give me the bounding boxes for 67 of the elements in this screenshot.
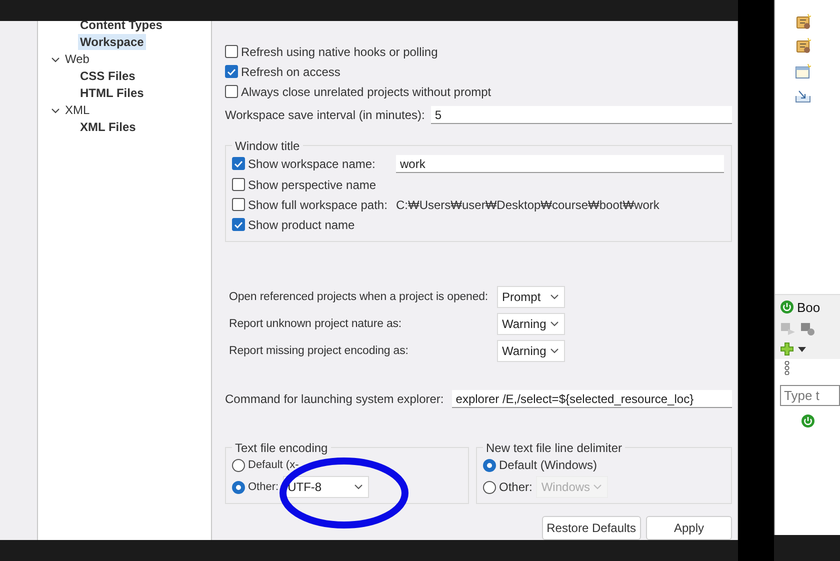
checkbox-label: Refresh on access [241, 64, 340, 79]
input-field[interactable]: explorer /E,/select=${selected_resource_loc} [452, 390, 732, 408]
checkbox-label: Show product name [248, 218, 355, 232]
power-icon [801, 414, 815, 428]
chevron-down-icon [354, 484, 363, 490]
tree-item[interactable]: XML [65, 103, 90, 118]
tree-item[interactable]: HTML Files [78, 85, 146, 102]
radio-label: Default (x- [248, 459, 299, 472]
checkbox-label: Always close unrelated projects without prompt [241, 84, 492, 99]
dropdown[interactable]: Prompt [497, 286, 565, 308]
apply-button[interactable]: Apply [646, 516, 732, 540]
window-icon [795, 64, 811, 80]
group-title: Window title [234, 138, 301, 153]
radio-label: Other: [248, 481, 279, 494]
checkbox[interactable] [232, 218, 245, 232]
radio-button[interactable] [232, 458, 245, 472]
checkbox[interactable] [225, 65, 238, 78]
restore-button[interactable]: Restore Defaults [542, 516, 641, 540]
dropdown[interactable]: UTF-8 [282, 476, 369, 498]
checkbox[interactable] [232, 157, 245, 170]
field-label: Command for launching system explorer: [225, 392, 444, 406]
debug-icon [800, 322, 816, 336]
checkbox-label: Show workspace name: [248, 156, 376, 171]
chevron-down-icon [593, 484, 602, 490]
tree-item[interactable]: Workspace [78, 34, 146, 50]
radio-label: Other: [499, 480, 532, 494]
checkbox[interactable] [232, 198, 245, 212]
view-title: Boo [797, 300, 820, 314]
dropdown[interactable]: Warning [497, 313, 565, 336]
tree-item[interactable]: Content Types [78, 17, 164, 34]
field-label: Report missing project encoding as: [229, 345, 410, 358]
tree-item[interactable]: Web [65, 52, 90, 66]
checkbox[interactable] [225, 45, 238, 58]
checkbox[interactable] [225, 85, 238, 98]
taskbar [774, 535, 840, 561]
field-label: Report unknown project nature as: [229, 318, 402, 330]
document-icon [795, 38, 811, 54]
tree-item[interactable]: CSS Files [78, 68, 138, 84]
field-label: Workspace save interval (in minutes): [225, 108, 425, 122]
chevron-down-icon [550, 348, 559, 354]
input-field[interactable]: work [396, 154, 724, 173]
group-title: Text file encoding [234, 440, 329, 455]
more-icon [784, 361, 790, 375]
filter-field[interactable]: Type t [780, 385, 840, 406]
run-icon [780, 322, 796, 336]
plus-icon [780, 342, 794, 356]
chevron-down-icon[interactable] [51, 54, 60, 64]
dropdown[interactable]: Warning [497, 340, 565, 362]
checkbox-label: Show full workspace path: [248, 198, 388, 212]
tree-item[interactable]: XML Files [78, 119, 138, 136]
document-icon [795, 14, 811, 30]
chevron-down-icon [550, 294, 559, 300]
radio-button[interactable] [232, 480, 245, 494]
checkbox[interactable] [232, 178, 245, 192]
checkbox-label: Refresh using native hooks or polling [241, 44, 438, 59]
dropdown-arrow-icon [798, 346, 806, 352]
radio-label: Default (Windows) [499, 458, 598, 472]
radio-button[interactable] [483, 458, 496, 472]
chevron-down-icon[interactable] [51, 106, 60, 115]
field-label: Open referenced projects when a project is opened: [229, 291, 490, 304]
group-title: New text file line delimiter [485, 440, 624, 455]
path-text: C:₩Users₩user₩Desktop₩course₩boot₩work [396, 198, 660, 212]
power-icon [780, 300, 794, 314]
checkbox-label: Show perspective name [248, 178, 376, 192]
input-field[interactable]: 5 [430, 106, 732, 124]
import-icon [795, 88, 811, 104]
chevron-down-icon [550, 321, 559, 328]
